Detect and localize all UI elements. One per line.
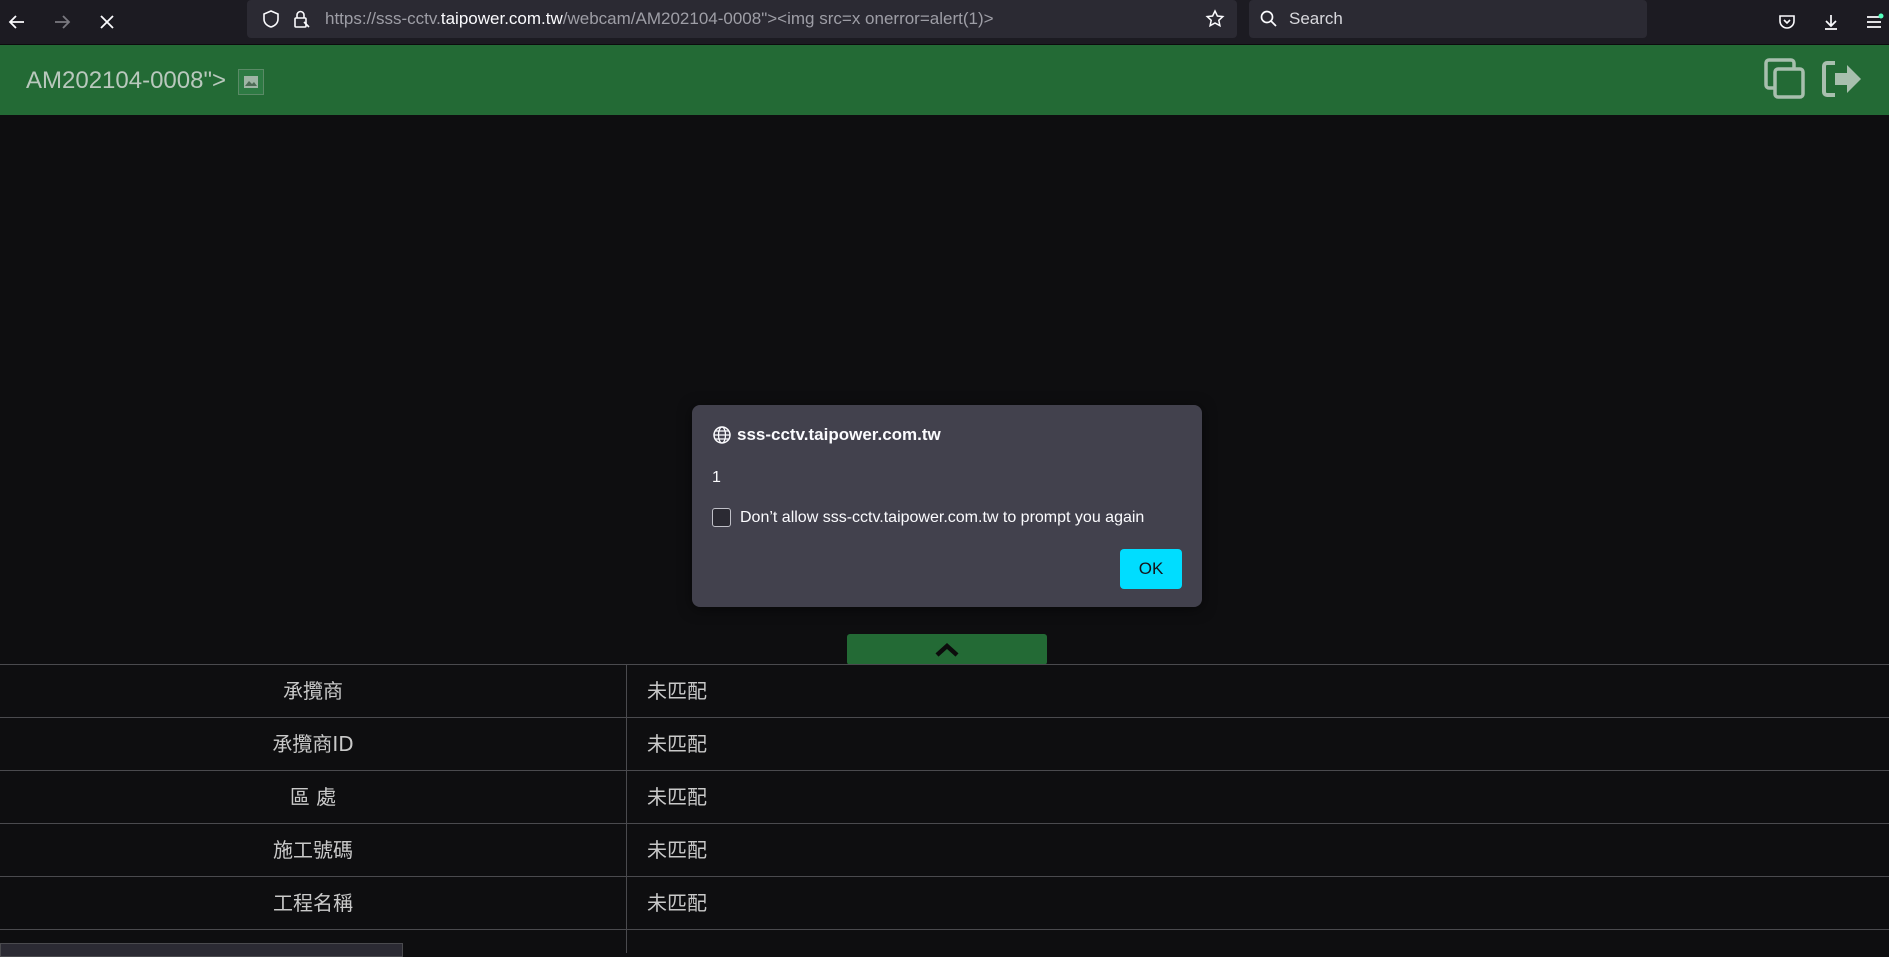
browser-toolbar: https://sss-cctv.taipower.com.tw/webcam/… (0, 0, 1889, 45)
table-row: 承攬商 未匹配 (0, 664, 1889, 717)
row-label: 工程名稱 (273, 891, 353, 915)
menu-icon[interactable] (1858, 6, 1889, 38)
row-label: 施工號碼 (273, 838, 353, 862)
table-row: 承攬商ID 未匹配 (0, 717, 1889, 770)
status-tooltip (0, 943, 403, 957)
star-icon[interactable] (1199, 3, 1231, 35)
info-table: 承攬商 未匹配 承攬商ID 未匹配 區 處 未匹配 施工號碼 未匹配 工程名稱 … (0, 664, 1889, 930)
chevron-up-icon (935, 642, 959, 657)
table-row: 區 處 未匹配 (0, 770, 1889, 823)
ok-button[interactable]: OK (1120, 549, 1182, 589)
row-value: 未匹配 (647, 785, 707, 809)
shield-icon[interactable] (255, 3, 287, 35)
row-value: 未匹配 (647, 732, 707, 756)
table-row: 施工號碼 未匹配 (0, 823, 1889, 876)
alert-dialog: sss-cctv.taipower.com.tw 1 Don’t allow s… (692, 405, 1202, 607)
row-value: 未匹配 (647, 891, 707, 915)
dialog-origin: sss-cctv.taipower.com.tw (737, 425, 941, 444)
search-icon (1253, 3, 1285, 35)
app-header: AM202104-0008"> (0, 45, 1889, 115)
dont-allow-label[interactable]: Don’t allow sss-cctv.taipower.com.tw to … (740, 509, 1144, 527)
logout-icon[interactable] (1818, 55, 1866, 103)
forward-arrow-icon[interactable] (46, 6, 78, 38)
dialog-message: 1 (712, 469, 721, 486)
collapse-toggle-button[interactable] (847, 634, 1047, 665)
row-label: 承攬商 (283, 679, 343, 703)
globe-icon (713, 426, 731, 444)
camera-title: AM202104-0008"> (26, 67, 227, 94)
lock-icon[interactable] (285, 3, 317, 35)
dont-allow-checkbox[interactable] (712, 508, 731, 527)
row-value: 未匹配 (647, 679, 707, 703)
search-placeholder: Search (1289, 9, 1343, 28)
broken-image-icon (238, 69, 264, 95)
table-row: 工程名稱 未匹配 (0, 876, 1889, 930)
copy-icon[interactable] (1761, 55, 1809, 103)
download-icon[interactable] (1815, 6, 1847, 38)
back-arrow-icon[interactable] (1, 6, 33, 38)
url-text[interactable]: https://sss-cctv.taipower.com.tw/webcam/… (325, 9, 994, 29)
pocket-icon[interactable] (1771, 6, 1803, 38)
url-bar[interactable]: https://sss-cctv.taipower.com.tw/webcam/… (247, 0, 1237, 38)
row-label: 區 處 (289, 785, 337, 809)
search-bar[interactable]: Search (1249, 0, 1647, 38)
row-label: 承攬商ID (272, 732, 354, 756)
row-value: 未匹配 (647, 838, 707, 862)
stop-loading-icon[interactable] (91, 6, 123, 38)
